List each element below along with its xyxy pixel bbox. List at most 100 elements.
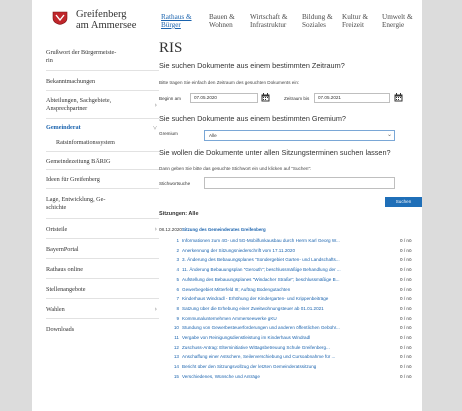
sidebar-item-stellenangebote[interactable]: Stellenangebote bbox=[46, 279, 159, 299]
agenda-row[interactable]: 11 Vergabe von Reinigungsdienstleistung i… bbox=[170, 333, 422, 342]
keyword-input[interactable] bbox=[204, 177, 395, 189]
nav-wirtschaft-l2: Infrastruktur bbox=[250, 21, 287, 29]
section-hint-stichwort: Dann geben Sie bitte das gesuchte Stichw… bbox=[159, 166, 312, 171]
agenda-row[interactable]: 3 3. Änderung des Bebauungsplanes "Sonder… bbox=[170, 255, 422, 264]
agenda-item-link[interactable]: Bericht über den Sitzungsvollzug der let… bbox=[182, 362, 388, 371]
sidebar-item-ortsteile[interactable]: Ortsteile › bbox=[46, 219, 159, 239]
nav-kultur[interactable]: Kultur & Freizeit bbox=[342, 13, 368, 29]
chevron-right-icon[interactable]: › bbox=[155, 101, 157, 109]
site-logo[interactable]: Greifenberg am Ammersee bbox=[52, 9, 152, 33]
agenda-item-link[interactable]: Zuschuss-Antrag: Elterninitiative Wittag… bbox=[182, 343, 388, 352]
agenda-document-count: 0 / nö bbox=[400, 335, 412, 340]
agenda-item-link[interactable]: Anerkennung der Sitzungsniederschrift vo… bbox=[182, 246, 388, 255]
agenda-number: 2 bbox=[176, 247, 179, 253]
agenda-document-count: 0 / nö bbox=[400, 325, 412, 331]
nav-umwelt-l2: Energie bbox=[382, 21, 405, 29]
sidebar-item-label: Abteilungen, Sachgebiete, bbox=[46, 97, 112, 104]
agenda-row[interactable]: 5 Aufstellung des Bebauungsplanes "Windac… bbox=[170, 275, 422, 284]
agenda-item-link[interactable]: 11. Änderung Bebauungsplan "Gerouth"; be… bbox=[182, 265, 388, 274]
chevron-down-icon: ⌄ bbox=[386, 132, 392, 138]
agenda-row[interactable]: 10 Stundung von Gewerbesteuerforderungen … bbox=[170, 323, 422, 332]
sidebar-item-downloads[interactable]: Downloads bbox=[46, 319, 159, 339]
nav-bauen-l2: Wohnen bbox=[209, 21, 233, 29]
agenda-item-link[interactable]: Gewerbegebiet Mitterfeld III; Auftrag Bo… bbox=[182, 285, 388, 294]
agenda-item-link[interactable]: Informationen zum 4G- und 5G-Mobilfunkau… bbox=[182, 236, 388, 245]
nav-umwelt[interactable]: Umwelt & Energie bbox=[382, 13, 413, 29]
nav-umwelt-l1: Umwelt & bbox=[382, 13, 413, 21]
sidebar-item-bayernportal[interactable]: BayernPortal bbox=[46, 239, 159, 259]
gremium-select[interactable]: Alle ⌄ bbox=[204, 130, 395, 141]
begin-label: Beginn am bbox=[159, 96, 181, 101]
logo-text-line1: Greifenberg bbox=[76, 9, 127, 20]
agenda-document-count: 0 / nö bbox=[400, 315, 412, 321]
nav-bauen[interactable]: Bauen & Wohnen bbox=[209, 13, 235, 29]
agenda-number: 6 bbox=[176, 286, 179, 292]
agenda-item-link[interactable]: Vergabe von Reinigungsdienstleistung im … bbox=[182, 333, 388, 342]
sidebar-item-bekanntmachungen[interactable]: Bekanntmachungen bbox=[46, 71, 159, 91]
agenda-document-count: 0 / nö bbox=[400, 296, 412, 302]
agenda-number: 15 bbox=[173, 373, 179, 379]
sidebar-item-gemeinderat[interactable]: Gemeinderat ˅ bbox=[46, 119, 159, 136]
agenda-number: 10 bbox=[173, 325, 179, 331]
search-button[interactable]: Suchen bbox=[385, 197, 422, 207]
chevron-down-icon[interactable]: ˅ bbox=[153, 124, 157, 132]
agenda-item-link[interactable]: Verschiedenes, Wünsche und Anträge bbox=[182, 372, 388, 381]
sidebar-item-label: Ortsteile bbox=[46, 226, 68, 233]
sidebar-item-label: Bekanntmachungen bbox=[46, 78, 96, 85]
sitzungen-heading: Sitzungen: Alle bbox=[159, 211, 199, 217]
sidebar-item-abteilungen[interactable]: Abteilungen, Sachgebiete, Ansprechpartne… bbox=[46, 91, 159, 119]
agenda-item-link[interactable]: Anschaffung einer Astschere, Seilerversc… bbox=[182, 352, 388, 361]
agenda-row[interactable]: 12 Zuschuss-Antrag: Elterninitiative Witt… bbox=[170, 343, 422, 352]
agenda-number: 1 bbox=[176, 238, 179, 243]
agenda-row[interactable]: 6 Gewerbegebiet Mitterfeld III; Auftrag B… bbox=[170, 285, 422, 294]
nav-kultur-l1: Kultur & bbox=[342, 13, 369, 21]
agenda-document-count: 0 / nö bbox=[400, 238, 412, 243]
meeting-title-link[interactable]: Sitzung des Gemeinderates Greifenberg bbox=[182, 227, 266, 232]
sidebar-item-ideen[interactable]: Ideen für Greifenberg bbox=[46, 170, 159, 189]
begin-date-field[interactable]: 07.05.2020 bbox=[190, 93, 258, 103]
agenda-document-count: 0 / nö bbox=[400, 286, 412, 292]
agenda-row[interactable]: 1 Informationen zum 4G- und 5G-Mobilfunka… bbox=[170, 236, 422, 245]
sidebar-item-grusswort[interactable]: Grußwort der Bürgermeiste- rin bbox=[46, 45, 159, 71]
agenda-row[interactable]: 13 Anschaffung einer Astschere, Seilerver… bbox=[170, 352, 422, 361]
agenda-item-link[interactable]: Aufstellung des Bebauungsplanes "Windach… bbox=[182, 275, 388, 284]
sidebar-item-label: Downloads bbox=[46, 326, 75, 333]
agenda-document-count: 0 / nö bbox=[400, 305, 412, 311]
end-date-field[interactable]: 07.05.2021 bbox=[314, 93, 390, 103]
sidebar-item-label: Stellenangebote bbox=[46, 286, 86, 293]
agenda-row[interactable]: 14 Bericht über den Sitzungsvollzug der l… bbox=[170, 362, 422, 371]
nav-wirtschaft-l1: Wirtschaft & bbox=[250, 13, 288, 21]
keyword-label: Stichwortsuche bbox=[159, 181, 191, 186]
nav-bildung-l1: Bildung & bbox=[302, 13, 333, 21]
chevron-right-icon[interactable]: › bbox=[155, 305, 157, 313]
agenda-number: 5 bbox=[176, 276, 179, 282]
agenda-row[interactable]: 8 Satzung über die Erhebung einer Zweitwo… bbox=[170, 304, 422, 313]
agenda-number: 13 bbox=[173, 354, 179, 360]
agenda-row[interactable]: 9 Kommunalunternehmen Ammerseewerke gKU 0 … bbox=[170, 314, 422, 323]
sidebar-item-wahlen[interactable]: Wahlen › bbox=[46, 299, 159, 319]
sidebar-item-label: Lage, Entwicklung, Ge- bbox=[46, 196, 106, 203]
agenda-item-link[interactable]: Stundung von Gewerbesteuerforderungen un… bbox=[182, 323, 388, 332]
agenda-item-link[interactable]: Kinderhaus Windradl - Erhöhung der Kinde… bbox=[182, 294, 388, 303]
sidebar-item-label: BayernPortal bbox=[46, 246, 79, 253]
sidebar-item-gemeindezeitung[interactable]: Gemeindezeitung BÄRIG bbox=[46, 151, 159, 170]
agenda-item-link[interactable]: Satzung über die Erhebung einer Zweitwoh… bbox=[182, 304, 388, 313]
agenda-row[interactable]: 2 Anerkennung der Sitzungsniederschrift v… bbox=[170, 246, 422, 255]
nav-wirtschaft[interactable]: Wirtschaft & Infrastruktur bbox=[250, 13, 287, 29]
calendar-icon[interactable] bbox=[394, 93, 403, 102]
agenda-item-link[interactable]: 3. Änderung des Bebauungsplanes "Sonderg… bbox=[182, 255, 388, 264]
agenda-row[interactable]: 7 Kinderhaus Windradl - Erhöhung der Kind… bbox=[170, 294, 422, 303]
agenda-row[interactable]: 4 11. Änderung Bebauungsplan "Gerouth"; b… bbox=[170, 265, 422, 274]
sidebar-item-lage[interactable]: Lage, Entwicklung, Ge- schichte bbox=[46, 189, 159, 219]
nav-rathaus[interactable]: Rathaus & Bürger bbox=[161, 13, 192, 29]
nav-bauen-l1: Bauen & bbox=[209, 13, 235, 21]
nav-bildung[interactable]: Bildung & Soziales bbox=[302, 13, 333, 29]
calendar-icon[interactable] bbox=[261, 93, 270, 102]
coat-of-arms-icon bbox=[52, 11, 68, 25]
agenda-item-link[interactable]: Kommunalunternehmen Ammerseewerke gKU bbox=[182, 314, 388, 323]
sidebar-item-rathaus-online[interactable]: Rathaus online bbox=[46, 259, 159, 279]
chevron-right-icon[interactable]: › bbox=[155, 225, 157, 233]
agenda-row[interactable]: 15 Verschiedenes, Wünsche und Anträge 0 / … bbox=[170, 372, 422, 381]
agenda-document-count: 0 / nö bbox=[400, 247, 412, 253]
sidebar-subitem-ratsinformationssystem[interactable]: Ratsinformationssystem bbox=[56, 140, 159, 146]
